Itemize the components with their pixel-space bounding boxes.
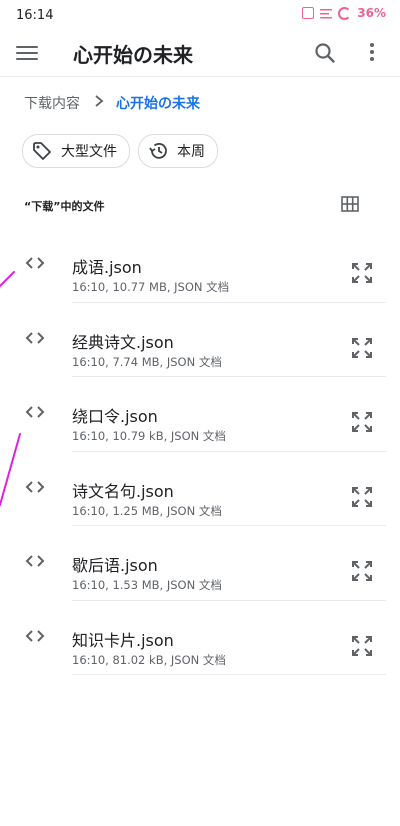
section-title: “下载”中的文件 [24,200,105,213]
file-list: 成语.json 16:10, 10.77 MB, JSON 文档 经典诗文.js… [0,228,400,675]
list-item[interactable]: 知识卡片.json 16:10, 81.02 kB, JSON 文档 [0,601,400,675]
list-item[interactable]: 经典诗文.json 16:10, 7.74 MB, JSON 文档 [0,303,400,377]
file-meta: 16:10, 7.74 MB, JSON 文档 [72,354,222,369]
code-file-icon [24,252,46,274]
chip-this-week-label: 本周 [177,144,205,160]
status-icons: 36% [302,6,386,20]
notification-icon [302,7,315,19]
expand-icon[interactable] [349,633,375,659]
file-meta: 16:10, 10.79 kB, JSON 文档 [72,429,226,443]
file-name: 成语.json [72,258,142,277]
code-file-icon [24,401,46,423]
do-not-disturb-icon [338,6,352,20]
chip-large-files[interactable]: 大型文件 [22,134,130,168]
app-bar: 心开始の未来 [0,30,400,77]
expand-icon[interactable] [349,335,375,361]
code-file-icon [24,550,46,572]
file-meta: 16:10, 81.02 kB, JSON 文档 [72,652,226,667]
file-name: 知识卡片.json [72,630,174,650]
menu-icon[interactable] [16,42,38,62]
code-file-icon [24,327,46,349]
code-file-icon [24,625,46,647]
chip-this-week[interactable]: 本周 [138,134,218,168]
file-name: 歇后语.json [72,556,158,575]
filter-chips: 大型文件 本周 [22,134,218,168]
breadcrumb: 下载内容 心开始の未来 [24,92,200,114]
expand-icon[interactable] [349,484,375,510]
breadcrumb-root[interactable]: 下载内容 [24,93,80,113]
file-meta: 16:10, 10.77 MB, JSON 文档 [72,280,230,294]
code-file-icon [24,476,46,498]
chip-large-files-label: 大型文件 [61,144,117,160]
list-item[interactable]: 绕口令.json 16:10, 10.79 kB, JSON 文档 [0,377,400,452]
file-meta: 16:10, 1.25 MB, JSON 文档 [72,503,222,518]
file-name: 绕口令.json [72,407,158,426]
chevron-right-icon [94,94,104,112]
status-time: 16:14 [16,8,54,23]
status-bar: 16:14 36% [0,0,400,30]
expand-icon[interactable] [349,558,375,584]
more-vert-icon[interactable] [362,40,382,66]
search-icon[interactable] [312,40,338,66]
expand-icon[interactable] [349,260,375,286]
expand-icon[interactable] [349,409,375,435]
list-item[interactable]: 诗文名句.json 16:10, 1.25 MB, JSON 文档 [0,452,400,526]
file-name: 经典诗文.json [72,332,174,352]
page-title: 心开始の未来 [73,43,193,67]
list-item[interactable]: 歇后语.json 16:10, 1.53 MB, JSON 文档 [0,526,400,601]
divider [72,674,386,675]
breadcrumb-current[interactable]: 心开始の未来 [116,93,200,113]
message-icon [320,7,333,19]
grid-view-icon[interactable] [340,195,360,213]
list-item[interactable]: 成语.json 16:10, 10.77 MB, JSON 文档 [0,228,400,303]
file-meta: 16:10, 1.53 MB, JSON 文档 [72,578,222,592]
history-icon [149,142,167,159]
file-name: 诗文名句.json [72,481,174,501]
tag-icon [33,142,51,160]
battery-level: 36% [357,6,386,20]
